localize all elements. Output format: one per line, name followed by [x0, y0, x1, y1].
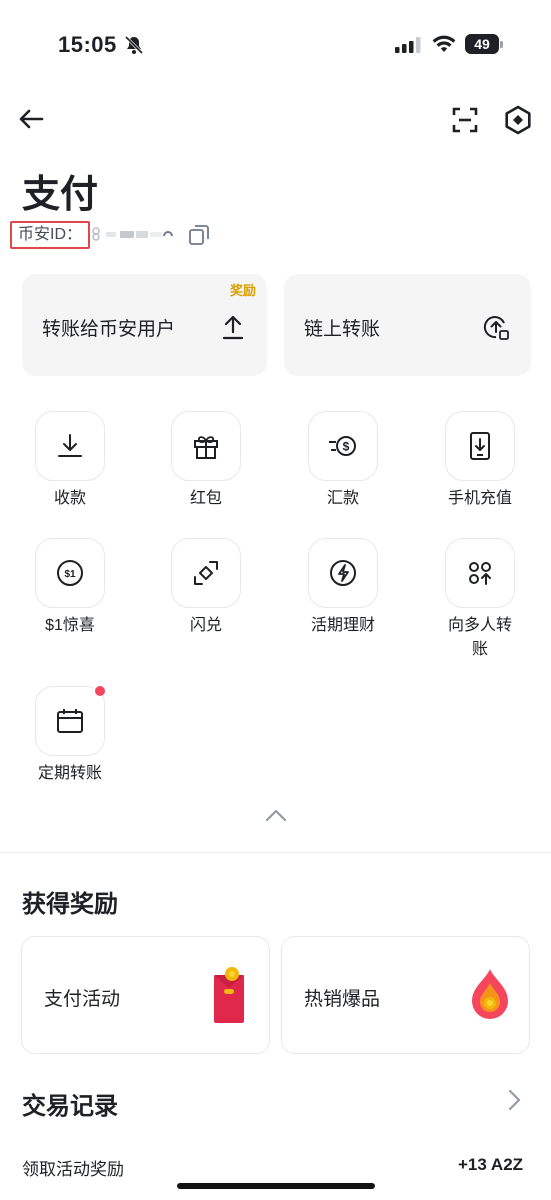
copy-icon	[189, 225, 209, 245]
settings-button[interactable]	[500, 102, 536, 138]
multi-transfer-button[interactable]	[445, 538, 515, 608]
pay-activity-label: 支付活动	[44, 989, 121, 1010]
transactions-more-button[interactable]	[500, 1086, 528, 1114]
receive-button[interactable]	[35, 411, 105, 481]
arrow-left-icon	[19, 109, 44, 129]
collapse-button[interactable]	[262, 804, 290, 826]
hot-products-card[interactable]: 热销爆品	[281, 936, 530, 1054]
battery-nub	[500, 41, 503, 48]
scheduled-transfer-label: 定期转账	[37, 765, 102, 782]
convert-icon	[194, 561, 218, 585]
hexagon-settings-icon	[505, 105, 531, 135]
transactions-title: 交易记录	[22, 1093, 118, 1120]
multi-transfer-icon	[469, 562, 491, 585]
wifi-icon	[432, 35, 456, 52]
flexible-earn-label: 活期理财	[310, 617, 375, 634]
transaction-amount: +13 A2Z	[458, 1155, 524, 1174]
uid-label: 币安ID：	[10, 221, 91, 249]
rewards-title: 获得奖励	[22, 891, 118, 918]
mobile-topup-label: 手机充值	[447, 490, 512, 507]
signal-icon	[395, 37, 421, 53]
section-divider	[0, 852, 551, 853]
onchain-upload-icon	[483, 316, 509, 340]
onchain-transfer-label: 链上转账	[304, 319, 381, 340]
red-envelope-icon	[214, 967, 244, 1023]
transaction-label[interactable]: 领取活动奖励	[22, 1155, 124, 1180]
new-badge-dot	[95, 686, 105, 696]
receive-label: 收款	[53, 490, 86, 507]
uid-value-blurred	[92, 227, 173, 241]
fire-icon	[472, 969, 508, 1019]
dollar-coin-icon: $1	[57, 560, 83, 586]
calendar-icon	[57, 709, 83, 733]
svg-text:$1: $1	[64, 569, 76, 580]
copy-button[interactable]	[188, 224, 210, 246]
remittance-icon: $	[329, 436, 356, 456]
red-packet-label: 红包	[189, 490, 222, 507]
scan-icon	[452, 107, 478, 133]
upload-icon	[222, 315, 244, 340]
onchain-transfer-card[interactable]: 链上转账	[284, 274, 531, 376]
mobile-topup-icon	[470, 432, 490, 460]
svg-text:$: $	[343, 440, 350, 454]
red-packet-button[interactable]	[171, 411, 241, 481]
multi-transfer-label: 向多人转账	[447, 617, 512, 658]
remittance-label: 汇款	[326, 490, 359, 507]
dollar-surprise-button[interactable]: $1	[35, 538, 105, 608]
scan-button[interactable]	[448, 103, 482, 137]
gift-icon	[194, 436, 218, 459]
battery-indicator: 49	[465, 34, 499, 54]
scheduled-transfer-button[interactable]	[35, 686, 105, 756]
download-icon	[58, 434, 82, 457]
transfer-to-user-label: 转账给币安用户	[42, 319, 176, 340]
dollar-surprise-label: $1惊喜	[45, 617, 95, 634]
chevron-right-icon	[508, 1089, 521, 1111]
mobile-topup-button[interactable]	[445, 411, 515, 481]
chevron-up-icon	[265, 809, 287, 822]
flexible-earn-button[interactable]	[308, 538, 378, 608]
convert-label: 闪兑	[189, 617, 222, 634]
page-title: 支付	[22, 174, 99, 216]
reward-tag: 奖励	[230, 283, 257, 298]
status-time: 15:05	[58, 32, 117, 57]
hot-products-label: 热销爆品	[304, 989, 381, 1010]
back-button[interactable]	[14, 104, 48, 134]
bell-mute-icon	[124, 35, 144, 55]
pay-activity-card[interactable]: 支付活动	[21, 936, 270, 1054]
home-indicator	[177, 1183, 375, 1189]
convert-button[interactable]	[171, 538, 241, 608]
lightning-icon	[330, 560, 356, 586]
remittance-button[interactable]: $	[308, 411, 378, 481]
